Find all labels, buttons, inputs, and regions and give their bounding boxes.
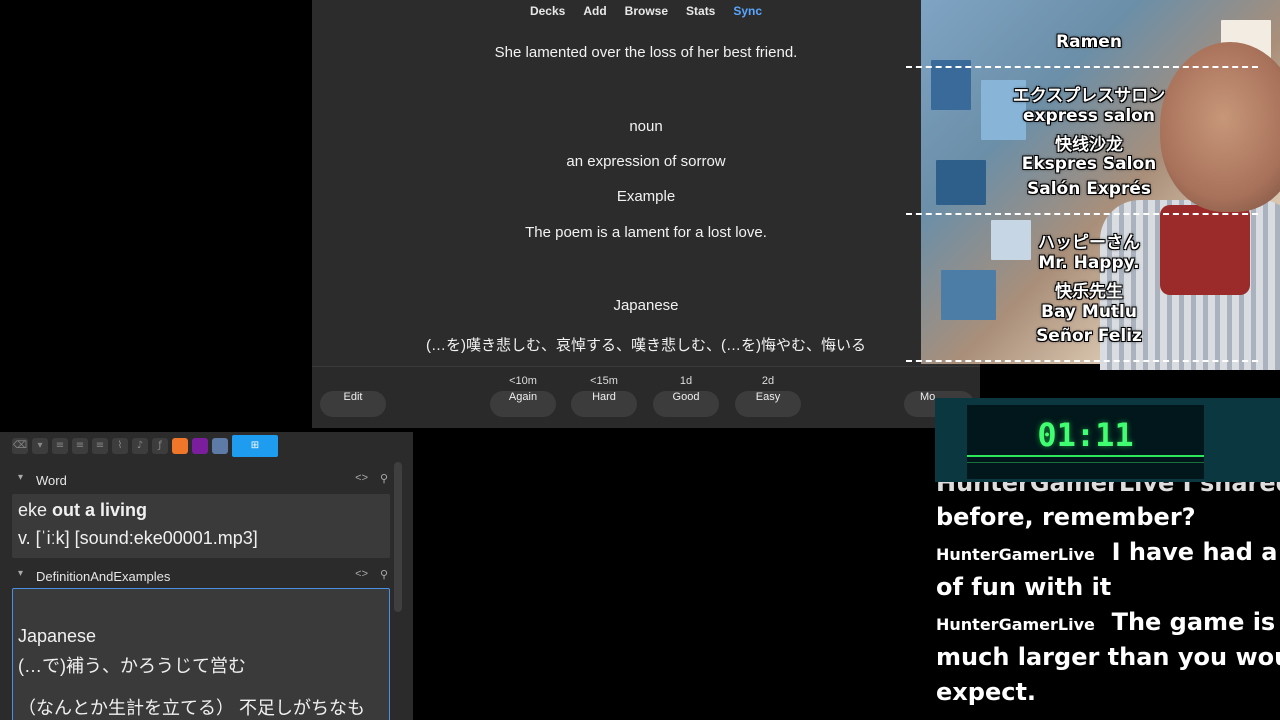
- anki-review-window: Decks Add Browse Stats Sync She lamented…: [312, 0, 980, 428]
- chat-line: of fun with it: [936, 573, 1112, 601]
- eraser-icon[interactable]: ⌫: [12, 438, 28, 454]
- pin-icon[interactable]: ⚲: [380, 568, 388, 581]
- japanese-heading: Japanese: [613, 297, 679, 314]
- overlay-line: 快乐先生: [1055, 282, 1123, 302]
- overlay-line: Salón Exprés: [1026, 179, 1152, 199]
- html-editor-icon[interactable]: <>: [355, 568, 368, 580]
- numbered-list-icon[interactable]: ≡: [72, 438, 88, 454]
- overlay-line: express salon: [1023, 106, 1155, 126]
- answer-bar: Edit <10m Again <15m Hard 1d Good 2d Eas…: [312, 366, 980, 428]
- addon-purple-icon[interactable]: [192, 438, 208, 454]
- chevron-down-icon[interactable]: ▾: [18, 568, 23, 579]
- divider-line: [906, 66, 1258, 68]
- align-icon[interactable]: ≡: [92, 438, 108, 454]
- hard-interval: <15m: [590, 375, 618, 387]
- word-bold: out a living: [52, 500, 148, 520]
- timer-line: [967, 455, 1204, 457]
- attach-icon[interactable]: ⌇: [112, 438, 128, 454]
- nav-add[interactable]: Add: [574, 4, 615, 18]
- overlay-line: Señor Feliz: [1036, 326, 1142, 346]
- good-interval: 1d: [679, 375, 693, 387]
- nav-decks[interactable]: Decks: [521, 4, 574, 18]
- divider-line: [906, 360, 1258, 362]
- chat-text: I have had a lot: [1111, 538, 1280, 566]
- timer-display: 01:11: [967, 405, 1204, 479]
- nav-browse[interactable]: Browse: [616, 4, 677, 18]
- part-of-speech: noun: [629, 118, 663, 135]
- again-button[interactable]: Again: [490, 391, 556, 417]
- overlay-line: Ekspres Salon: [1021, 154, 1157, 174]
- overlay-ramen: Ramen: [1056, 32, 1122, 52]
- field-name: Word: [36, 473, 67, 488]
- chevron-down-icon[interactable]: ▾: [32, 438, 48, 454]
- chat-line: much larger than you would: [936, 643, 1280, 671]
- note-editor: ⌫ ▾ ≡ ≡ ≡ ⌇ ♪ ƒ ⊞ ▾ Word <> ⚲ eke out a …: [0, 432, 413, 720]
- field-header-word[interactable]: ▾ Word <> ⚲: [12, 470, 392, 492]
- example-sentence: She lamented over the loss of her best f…: [494, 44, 798, 61]
- wall-poster: [941, 270, 996, 320]
- overlay-line: ハッピーさん: [1038, 233, 1140, 253]
- japanese-translation: (…を)嘆き悲しむ、哀悼する、嘆き悲しむ、(…を)悔やむ、悔いる: [426, 337, 866, 354]
- hard-button[interactable]: Hard: [571, 391, 637, 417]
- definition: an expression of sorrow: [566, 153, 726, 170]
- chat-message: HunterGamerLive I have had a lot: [936, 535, 1280, 572]
- definition-field[interactable]: Japanese (…で)補う、かろうじて営む （なんとか生計を立てる） 不足し…: [12, 588, 390, 720]
- example-text: The poem is a lament for a lost love.: [525, 224, 767, 241]
- editor-toolbar: ⌫ ▾ ≡ ≡ ≡ ⌇ ♪ ƒ ⊞: [12, 434, 278, 458]
- edit-button[interactable]: Edit: [320, 391, 386, 417]
- again-interval: <10m: [509, 375, 537, 387]
- field-header-definition[interactable]: ▾ DefinitionAndExamples <> ⚲: [12, 566, 392, 588]
- definition-line-2: (…で)補う、かろうじて営む: [18, 656, 246, 676]
- word-pronunciation: v. [ˈiːk] [sound:eke00001.mp3]: [18, 528, 258, 548]
- easy-button[interactable]: Easy: [735, 391, 801, 417]
- wall-poster: [936, 160, 986, 205]
- timer-line: [967, 462, 1204, 463]
- definition-line-1: Japanese: [18, 626, 97, 646]
- card-content: She lamented over the loss of her best f…: [312, 22, 980, 366]
- chat-username: HunterGamerLive: [936, 615, 1095, 634]
- addon-table-icon[interactable]: [212, 438, 228, 454]
- addon-orange-icon[interactable]: [172, 438, 188, 454]
- addon-blue-button[interactable]: ⊞: [232, 435, 278, 457]
- chat-line: before, remember?: [936, 503, 1196, 531]
- overlay-line: エクスプレスサロン: [1012, 86, 1166, 106]
- example-heading: Example: [616, 188, 676, 205]
- chat-overlay: HunterGamerLive I shared this before, re…: [936, 470, 1280, 720]
- pin-icon[interactable]: ⚲: [380, 472, 388, 485]
- word-field[interactable]: eke out a living v. [ˈiːk] [sound:eke000…: [12, 494, 390, 558]
- good-button[interactable]: Good: [653, 391, 719, 417]
- chat-username: HunterGamerLive: [936, 545, 1095, 564]
- overlay-line: Bay Mutlu: [1041, 302, 1137, 322]
- overlay-line: Mr. Happy.: [1038, 253, 1140, 273]
- bullet-list-icon[interactable]: ≡: [52, 438, 68, 454]
- chevron-down-icon[interactable]: ▾: [18, 472, 23, 483]
- easy-interval: 2d: [761, 375, 775, 387]
- field-name: DefinitionAndExamples: [36, 569, 171, 584]
- formula-icon[interactable]: ƒ: [152, 438, 168, 454]
- chat-line: expect.: [936, 678, 1037, 706]
- divider-line: [906, 213, 1258, 215]
- top-nav: Decks Add Browse Stats Sync: [312, 0, 980, 22]
- nav-sync[interactable]: Sync: [724, 4, 771, 18]
- chat-text: The game is: [1111, 608, 1276, 636]
- word-prefix: eke: [18, 500, 53, 520]
- microphone-icon[interactable]: ♪: [132, 438, 148, 454]
- nav-stats[interactable]: Stats: [677, 4, 724, 18]
- editor-scrollbar[interactable]: [394, 462, 402, 612]
- html-editor-icon[interactable]: <>: [355, 472, 368, 484]
- definition-line-3: （なんとか生計を立てる） 不足しがちなも: [18, 698, 365, 718]
- chat-message: HunterGamerLive The game is: [936, 605, 1275, 642]
- overlay-line: 快线沙龙: [1055, 135, 1123, 155]
